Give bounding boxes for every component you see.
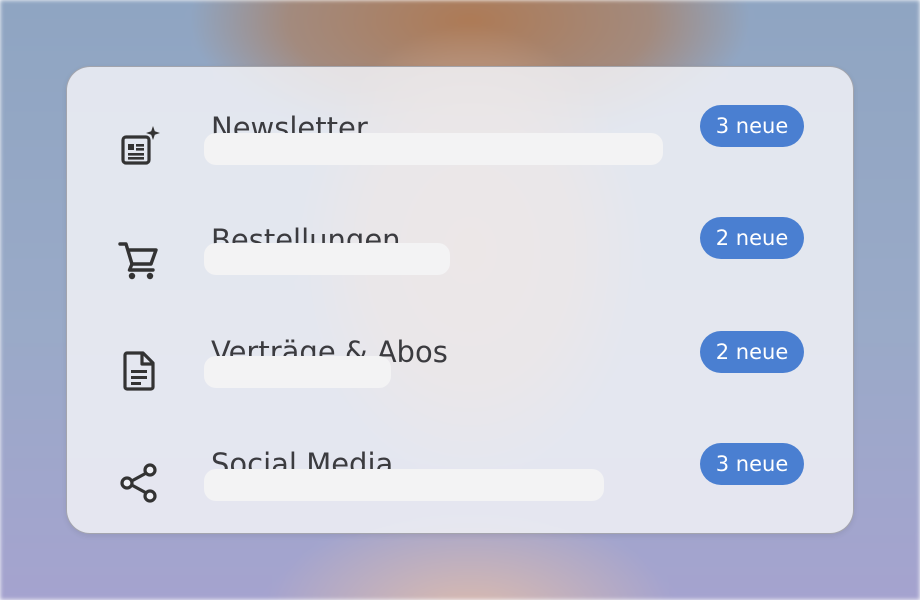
new-count-badge: 2 neue [700, 331, 804, 373]
list-item-newsletter[interactable]: Newsletter 3 neue [67, 87, 853, 187]
preview-placeholder-bar [204, 356, 391, 388]
new-count-badge: 3 neue [700, 443, 804, 485]
document-icon [117, 349, 161, 393]
newsletter-icon [117, 125, 161, 169]
preview-placeholder-bar [204, 133, 663, 165]
list-item-social-media[interactable]: Social Media 3 neue [67, 423, 853, 523]
new-count-badge: 2 neue [700, 217, 804, 259]
list-item-bestellungen[interactable]: Bestellungen 2 neue [67, 199, 853, 299]
list-item-vertraege-abos[interactable]: Verträge & Abos 2 neue [67, 311, 853, 411]
share-icon [117, 461, 161, 505]
new-count-badge: 3 neue [700, 105, 804, 147]
preview-placeholder-bar [204, 243, 450, 275]
preview-placeholder-bar [204, 469, 604, 501]
cart-icon [117, 237, 161, 281]
notification-card: Newsletter 3 neue Bestellungen 2 neue Ve… [66, 66, 854, 534]
